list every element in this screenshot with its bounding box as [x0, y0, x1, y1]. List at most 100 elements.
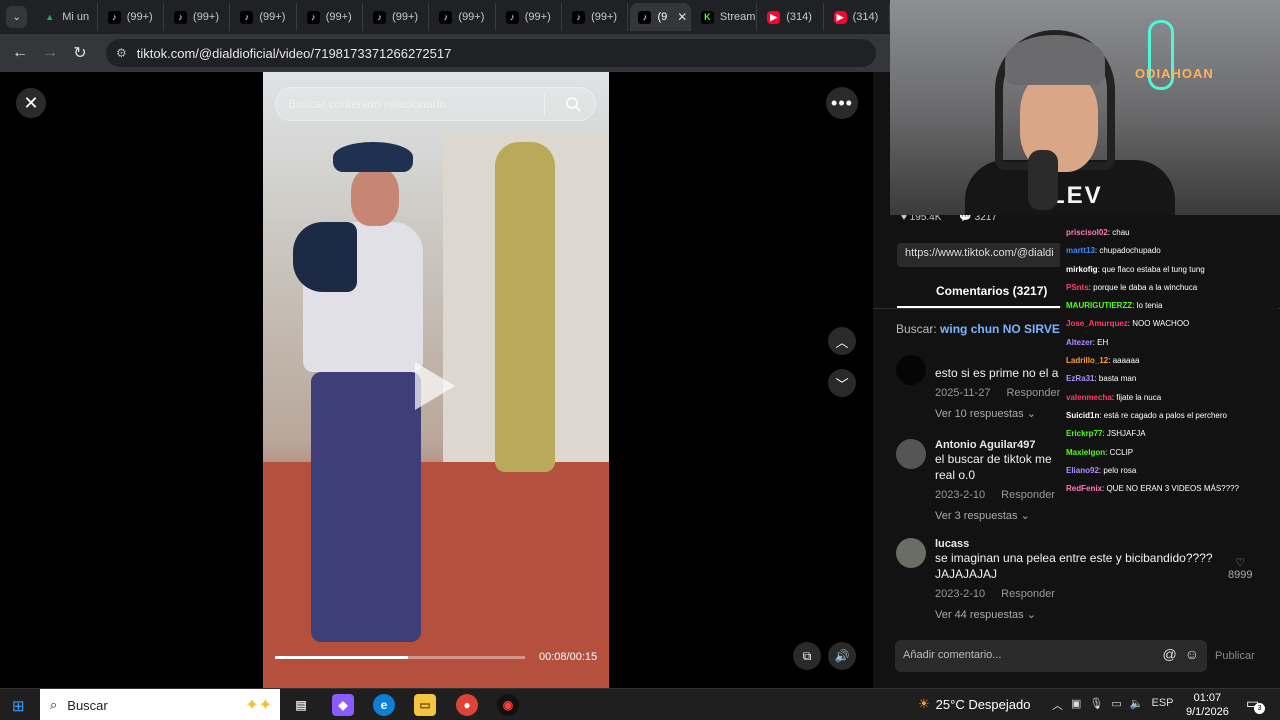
usb-icon[interactable]: ▣: [1071, 697, 1081, 713]
tab-label: Mi un: [62, 11, 90, 23]
volume-icon[interactable]: 🔈: [1130, 697, 1144, 713]
reply-button[interactable]: Responder: [1006, 387, 1060, 399]
browser-tab[interactable]: ♪ (99+): [232, 3, 297, 31]
close-icon[interactable]: ✕: [16, 88, 46, 118]
back-button[interactable]: ←: [10, 43, 30, 63]
more-options-icon[interactable]: •••: [826, 87, 858, 119]
chat-username[interactable]: RedFenix: [1066, 484, 1102, 493]
obs-icon[interactable]: ◉: [497, 694, 519, 716]
close-tab-icon[interactable]: ✕: [677, 10, 687, 24]
previous-video-icon[interactable]: ︿: [828, 327, 856, 355]
tab-label: (9: [657, 11, 668, 23]
browser-tab[interactable]: ▲ Mi un: [35, 3, 98, 31]
browser-tab[interactable]: ▶ (314): [826, 3, 890, 31]
video-person-face: [351, 168, 399, 226]
video-progress-bar[interactable]: [275, 656, 525, 659]
reload-button[interactable]: ↻: [70, 43, 90, 63]
volume-icon[interactable]: 🔊: [828, 642, 856, 670]
chat-username[interactable]: Erickrp77: [1066, 429, 1102, 438]
tiktok-icon: ♪: [505, 10, 519, 24]
share-url-field[interactable]: https://www.tiktok.com/@dialdi: [897, 243, 1062, 267]
streamer-webcam: ODIAHOAN LEV: [890, 0, 1280, 215]
chrome-icon[interactable]: ●: [456, 694, 478, 716]
task-view-icon[interactable]: ▤: [290, 694, 312, 716]
view-replies-button[interactable]: Ver 44 respuestas ⌄: [935, 608, 1235, 621]
weather-widget[interactable]: ☀ 25°C Despejado: [918, 696, 1030, 712]
search-icon[interactable]: [565, 96, 581, 112]
avatar[interactable]: [896, 439, 926, 469]
chat-username[interactable]: priscisol02: [1066, 228, 1108, 237]
browser-tab[interactable]: ♪ (99+): [365, 3, 430, 31]
mention-icon[interactable]: @: [1162, 646, 1176, 662]
network-icon[interactable]: ▭: [1111, 697, 1121, 713]
chat-text: : lo tenia: [1132, 301, 1163, 311]
taskbar-search[interactable]: ⌕ Buscar ✦✦: [40, 689, 280, 720]
url-text: tiktok.com/@dialdioficial/video/71981733…: [136, 45, 452, 61]
comment-input[interactable]: Añadir comentario... @ ☺: [895, 640, 1207, 672]
taskbar-clock[interactable]: 01:07 9/1/2026: [1186, 691, 1229, 719]
language-indicator[interactable]: ESP: [1151, 697, 1173, 713]
chat-message: MAURIGUTIERZZ: lo tenia: [1066, 297, 1272, 315]
notification-icon[interactable]: ▭ 3: [1246, 695, 1265, 714]
miniplayer-icon[interactable]: ⧉: [793, 642, 821, 670]
chat-username[interactable]: PSnts: [1066, 283, 1089, 292]
clock-date: 9/1/2026: [1186, 706, 1229, 718]
chat-username[interactable]: EzRa31: [1066, 374, 1094, 383]
browser-tab[interactable]: ♪ (99+): [498, 3, 563, 31]
microphone-icon[interactable]: 🎙: [1089, 697, 1103, 713]
publish-button[interactable]: Publicar: [1215, 650, 1255, 662]
video-player[interactable]: Buscar contenido relacionado 00:08/00:15: [263, 72, 609, 688]
browser-tab[interactable]: ♪ (99+): [431, 3, 496, 31]
avatar[interactable]: [896, 538, 926, 568]
next-video-icon[interactable]: ﹀: [828, 369, 856, 397]
forward-button[interactable]: →: [40, 43, 60, 63]
search-suggestion-query: wing chun NO SIRVE: [940, 322, 1060, 336]
windows-start-icon[interactable]: ⊞: [12, 697, 25, 715]
chat-username[interactable]: valenmecha: [1066, 393, 1112, 402]
chat-text: : está re cagado a palos el perchero: [1099, 410, 1227, 420]
file-explorer-icon[interactable]: ▭: [414, 694, 436, 716]
comment-like-button[interactable]: ♡ 8999: [1228, 556, 1252, 581]
url-input[interactable]: ⚙ tiktok.com/@dialdioficial/video/719817…: [106, 39, 876, 67]
tab-comments[interactable]: Comentarios (3217): [936, 284, 1047, 298]
tiktok-icon: ♪: [306, 10, 320, 24]
browser-tab[interactable]: ♪ (99+): [166, 3, 231, 31]
chat-username[interactable]: Eliano92: [1066, 466, 1099, 475]
clock-time: 01:07: [1193, 692, 1222, 704]
chat-username[interactable]: Maxielgon: [1066, 448, 1105, 457]
tab-label: (99+): [591, 11, 618, 23]
browser-tab[interactable]: K Stream: [693, 3, 758, 31]
chat-username[interactable]: MAURIGUTIERZZ: [1066, 301, 1132, 310]
reply-button[interactable]: Responder: [1001, 489, 1055, 501]
browser-tab[interactable]: ▶ (314): [759, 3, 824, 31]
search-suggestion-label: Buscar:: [896, 322, 937, 336]
edge-icon[interactable]: e: [373, 694, 395, 716]
chat-username[interactable]: mirkofig: [1066, 265, 1098, 274]
related-search-placeholder: Buscar contenido relacionado: [288, 97, 447, 111]
chat-username[interactable]: martt13: [1066, 246, 1095, 255]
tab-label: (99+): [126, 11, 153, 23]
chat-username[interactable]: Suicid1n: [1066, 411, 1099, 420]
comment-date: 2025-11-27: [935, 387, 991, 399]
play-icon[interactable]: [415, 362, 455, 410]
copilot-icon[interactable]: ◆: [332, 694, 354, 716]
tab-search-button[interactable]: ⌄: [6, 6, 28, 28]
emoji-icon[interactable]: ☺: [1185, 646, 1199, 662]
chat-username[interactable]: Ladrillo_12: [1066, 356, 1108, 365]
related-search-input[interactable]: Buscar contenido relacionado: [275, 87, 596, 121]
browser-tab[interactable]: ♪ (99+): [564, 3, 629, 31]
chevron-up-icon[interactable]: ︿: [1052, 697, 1063, 713]
tiktok-icon: ♪: [638, 10, 652, 24]
chat-text: : que flaco estaba el tung tung: [1097, 264, 1205, 274]
search-suggestion[interactable]: Buscar: wing chun NO SIRVE: [896, 322, 1060, 336]
comment-username[interactable]: lucass: [935, 538, 1235, 550]
search-divider: [544, 94, 545, 116]
site-info-icon[interactable]: ⚙: [116, 46, 127, 60]
chat-username[interactable]: Altezer: [1066, 338, 1093, 347]
reply-button[interactable]: Responder: [1001, 588, 1055, 600]
chat-username[interactable]: Jose_Amurquez: [1066, 319, 1128, 328]
browser-tab[interactable]: ♪ (99+): [299, 3, 364, 31]
browser-tab[interactable]: ♪ (9 ✕: [630, 3, 691, 31]
avatar[interactable]: [896, 355, 926, 385]
browser-tab[interactable]: ♪ (99+): [100, 3, 165, 31]
